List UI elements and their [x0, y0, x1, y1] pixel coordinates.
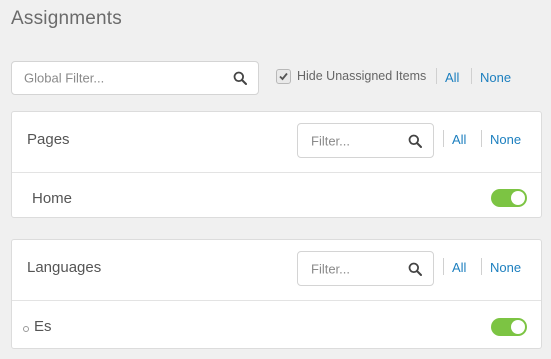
page-title: Assignments [11, 8, 122, 29]
select-none-link[interactable]: None [480, 70, 511, 85]
search-icon[interactable] [408, 262, 422, 276]
divider [443, 258, 444, 275]
assignment-toggle[interactable] [491, 189, 527, 207]
filter-placeholder: Filter... [311, 261, 351, 276]
search-icon[interactable] [408, 134, 422, 148]
toggle-knob [511, 191, 525, 205]
bullet-icon [23, 326, 29, 332]
filter-placeholder: Filter... [311, 133, 351, 148]
checkmark-icon [279, 72, 288, 81]
search-icon[interactable] [233, 71, 247, 85]
assignment-toggle[interactable] [491, 318, 527, 336]
panel-title: Languages [27, 259, 102, 276]
divider [471, 68, 472, 84]
select-all-link[interactable]: All [452, 132, 466, 147]
select-all-link[interactable]: All [445, 70, 459, 85]
divider [436, 68, 437, 84]
languages-panel: Languages Filter... All None Es [11, 239, 542, 349]
divider [443, 130, 444, 147]
select-all-link[interactable]: All [452, 260, 466, 275]
pages-filter-input[interactable]: Filter... [297, 123, 434, 158]
panel-header: Pages Filter... All None [12, 112, 541, 173]
list-item-label: Home [32, 190, 73, 207]
hide-unassigned-checkbox[interactable] [276, 69, 291, 84]
global-filter-input[interactable]: Global Filter... [11, 61, 259, 95]
hide-unassigned-label[interactable]: Hide Unassigned Items [297, 69, 426, 83]
panel-title: Pages [27, 131, 70, 148]
toggle-knob [511, 320, 525, 334]
list-item-label: Es [34, 318, 52, 335]
divider [481, 258, 482, 275]
pages-panel: Pages Filter... All None Home [11, 111, 542, 218]
global-filter-placeholder: Global Filter... [24, 70, 105, 86]
languages-filter-input[interactable]: Filter... [297, 251, 434, 286]
select-none-link[interactable]: None [490, 132, 521, 147]
select-none-link[interactable]: None [490, 260, 521, 275]
panel-header: Languages Filter... All None [12, 240, 541, 301]
divider [481, 130, 482, 147]
